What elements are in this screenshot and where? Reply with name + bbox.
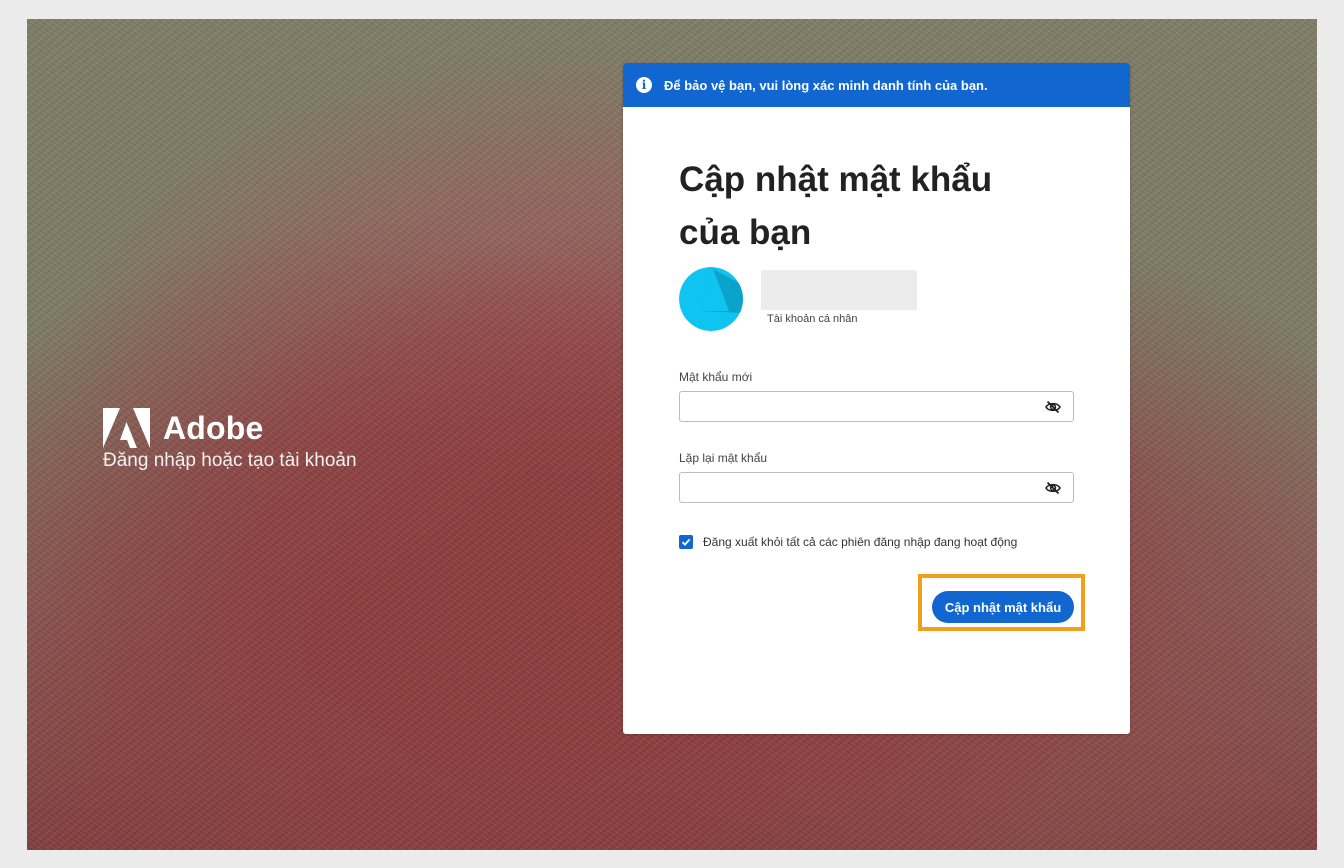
- card-body: Cập nhật mật khẩu của bạn Tài khoản cá n…: [623, 153, 1130, 549]
- repeat-password-label: Lặp lại mật khẩu: [679, 451, 768, 465]
- signout-checkbox[interactable]: [679, 535, 693, 549]
- new-password-label: Mật khẩu mới: [679, 370, 753, 384]
- account-info: Tài khoản cá nhân: [761, 270, 917, 325]
- new-password-input[interactable]: [680, 392, 1040, 419]
- account-email-redacted: [761, 270, 917, 310]
- new-password-field-wrapper: [679, 391, 1074, 422]
- account-summary: Tài khoản cá nhân: [679, 267, 1074, 331]
- brand-row: Adobe: [103, 408, 357, 448]
- adobe-logo-icon: [103, 408, 150, 448]
- eye-slash-icon[interactable]: [1045, 480, 1061, 496]
- signout-option: Đăng xuất khỏi tất cả các phiên đăng nhậ…: [679, 535, 1074, 549]
- brand-tagline: Đăng nhập hoặc tạo tài khoản: [103, 450, 357, 471]
- info-icon: i: [636, 77, 652, 93]
- eye-slash-icon[interactable]: [1045, 399, 1061, 415]
- brand-block: Adobe Đăng nhập hoặc tạo tài khoản: [103, 408, 357, 472]
- update-password-card: i Để bảo vệ bạn, vui lòng xác minh danh …: [623, 63, 1130, 734]
- repeat-password-input[interactable]: [680, 473, 1040, 500]
- account-type: Tài khoản cá nhân: [767, 313, 858, 325]
- verification-banner: i Để bảo vệ bạn, vui lòng xác minh danh …: [623, 63, 1130, 107]
- page-title: Cập nhật mật khẩu của bạn: [679, 160, 993, 252]
- repeat-password-field-wrapper: [679, 472, 1074, 503]
- banner-text: Để bảo vệ bạn, vui lòng xác minh danh tí…: [664, 77, 988, 93]
- brand-name: Adobe: [163, 409, 264, 446]
- avatar: [679, 267, 743, 331]
- signout-label: Đăng xuất khỏi tất cả các phiên đăng nhậ…: [703, 535, 1018, 549]
- checkmark-icon: [681, 538, 691, 546]
- update-password-button[interactable]: Cập nhật mật khẩu: [932, 591, 1074, 623]
